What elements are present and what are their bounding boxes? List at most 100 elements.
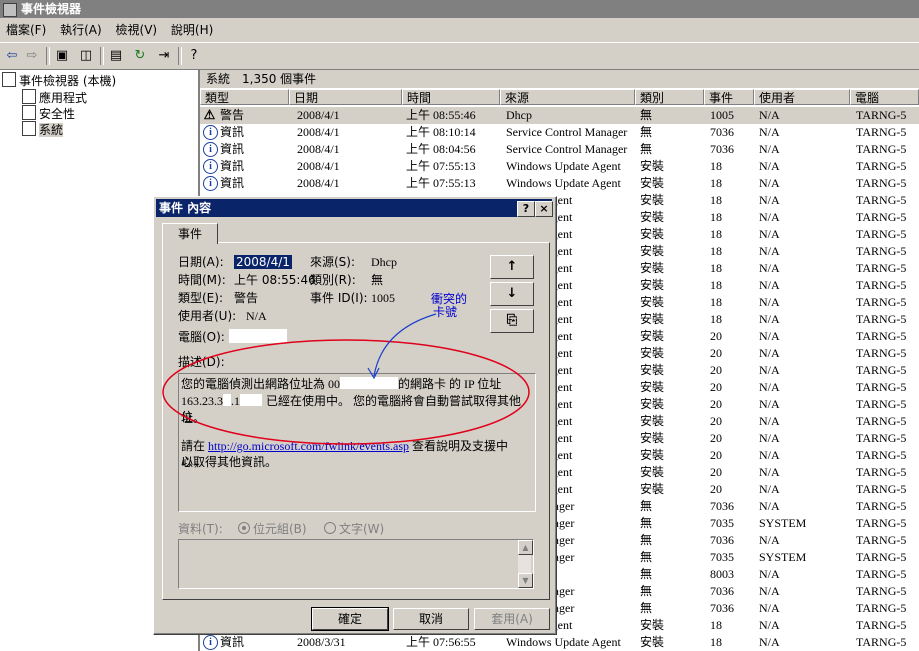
table-cell: 7036 — [710, 142, 734, 156]
refresh-icon[interactable]: ↻ — [130, 46, 150, 66]
next-event-button[interactable]: ↓ — [490, 282, 534, 306]
menu-action[interactable]: 執行(A) — [60, 23, 102, 37]
annotation-text: 衝突的 卡號 — [431, 292, 468, 319]
toolbar: ⇦ ⇨ ▣ ◫ ▤ ↻ ⇥ ? — [0, 42, 919, 70]
table-cell: TARNG-5 — [856, 142, 907, 156]
tree-item-security[interactable]: 安全性 — [22, 105, 75, 121]
table-cell: 20 — [710, 397, 722, 411]
table-row[interactable]: i 資訊 2008/4/1 上午 07:55:13 Windows Update Age… — [200, 175, 919, 192]
table-row[interactable]: i 資訊 2008/4/1 上午 08:04:56 Service Control Ma… — [200, 141, 919, 158]
copy-button[interactable]: ⎘ — [490, 309, 534, 333]
table-cell: TARNG-5 — [856, 193, 907, 207]
ok-button[interactable]: 確定 — [311, 607, 389, 631]
table-cell: 資訊 — [220, 635, 245, 649]
table-cell: 2008/4/1 — [297, 142, 340, 156]
table-cell: N/A — [759, 244, 780, 258]
type-value: 警告 — [234, 291, 259, 305]
table-cell: 安裝 — [640, 618, 665, 632]
up-folder-icon[interactable]: ▣ — [52, 46, 72, 66]
radio-words-icon — [324, 522, 336, 534]
table-cell: 安裝 — [640, 261, 665, 275]
apply-button[interactable]: 套用(A) — [474, 608, 550, 630]
properties-icon[interactable]: ▤ — [106, 46, 126, 66]
column-header[interactable]: 電腦 — [850, 89, 919, 105]
table-cell: TARNG-5 — [856, 618, 907, 632]
table-cell: N/A — [759, 482, 780, 496]
table-cell: TARNG-5 — [856, 125, 907, 139]
previous-event-button[interactable]: ↑ — [490, 255, 534, 279]
category-label: 類別(R): — [310, 273, 356, 287]
table-row[interactable]: i 資訊 2008/4/1 上午 07:55:13 Windows Update Age… — [200, 158, 919, 175]
column-header[interactable]: 類別 — [635, 89, 704, 105]
cancel-button[interactable]: 取消 — [393, 608, 469, 630]
table-cell: N/A — [759, 601, 780, 615]
menu-view[interactable]: 檢視(V) — [116, 23, 158, 37]
table-cell: N/A — [759, 618, 780, 632]
column-header[interactable]: 事件 — [704, 89, 754, 105]
table-cell: TARNG-5 — [856, 210, 907, 224]
table-cell: TARNG-5 — [856, 176, 907, 190]
help-icon[interactable]: ? — [184, 46, 204, 66]
table-cell: N/A — [759, 635, 780, 649]
table-cell: 8003 — [710, 567, 734, 581]
scroll-up-icon[interactable]: ▲ — [518, 540, 533, 555]
export-list-icon[interactable]: ⇥ — [154, 46, 174, 66]
table-cell: 18 — [710, 635, 722, 649]
table-cell: 上午 08:55:46 — [406, 108, 476, 122]
table-cell: N/A — [759, 448, 780, 462]
column-header[interactable]: 日期 — [289, 89, 402, 105]
tree-item-system[interactable]: 系統 — [22, 121, 64, 137]
tab-event[interactable]: 事件 — [162, 223, 218, 244]
dialog-close-button[interactable]: × — [535, 201, 553, 217]
menu-help[interactable]: 說明(H) — [171, 23, 213, 37]
back-arrow-icon[interactable]: ⇦ — [2, 46, 22, 66]
data-scrollbar[interactable]: ▲ ▼ — [518, 540, 533, 588]
column-header[interactable]: 類型 — [200, 89, 289, 105]
mac-redacted — [340, 377, 399, 389]
date-value[interactable]: 2008/4/1 — [234, 254, 292, 270]
table-cell: 無 — [640, 125, 653, 139]
table-row[interactable]: i 資訊 2008/4/1 上午 08:10:14 Service Control Ma… — [200, 124, 919, 141]
table-cell: 2008/3/31 — [297, 635, 346, 649]
info-icon: i — [203, 176, 218, 191]
data-box[interactable]: ▲ ▼ — [178, 539, 534, 589]
table-cell: TARNG-5 — [856, 431, 907, 445]
table-cell: Service Control Manager — [506, 142, 628, 156]
tree-root[interactable]: 事件檢視器 (本機) — [2, 72, 116, 88]
table-cell: 20 — [710, 431, 722, 445]
table-cell: N/A — [759, 227, 780, 241]
menu-file[interactable]: 檔案(F) — [6, 23, 46, 37]
table-cell: 無 — [640, 584, 653, 598]
table-cell: TARNG-5 — [856, 312, 907, 326]
event-viewer-icon — [2, 72, 16, 87]
table-cell: N/A — [759, 431, 780, 445]
table-cell: 20 — [710, 346, 722, 360]
table-cell: 上午 07:55:13 — [406, 159, 476, 173]
dialog-help-button[interactable]: ? — [517, 201, 535, 217]
description-label: 描述(D): — [178, 355, 225, 369]
table-cell: N/A — [759, 465, 780, 479]
table-cell: TARNG-5 — [856, 227, 907, 241]
description-box[interactable]: 您的電腦偵測出網路位址為 00 的網路卡 的 IP 位址 163.23.3.1 已經… — [178, 373, 536, 512]
table-cell: 7036 — [710, 533, 734, 547]
info-icon: i — [203, 142, 218, 157]
help-link[interactable]: http://go.microsoft.com/fwlink/events.as… — [208, 439, 409, 453]
column-header[interactable]: 使用者 — [754, 89, 850, 105]
table-row[interactable]: i 資訊 2008/3/31 上午 07:56:55 Windows Update Ag… — [200, 634, 919, 651]
table-cell: TARNG-5 — [856, 482, 907, 496]
table-cell: N/A — [759, 584, 780, 598]
column-header[interactable]: 時間 — [402, 89, 500, 105]
radio-bytes[interactable]: 位元組(B) — [238, 521, 307, 537]
radio-words[interactable]: 文字(W) — [324, 521, 384, 537]
show-tree-icon[interactable]: ◫ — [76, 46, 96, 66]
table-row[interactable]: ⚠ 警告 2008/4/1 上午 08:55:46 Dhcp 無 1005 N/A TARNG-… — [200, 107, 919, 124]
table-cell: N/A — [759, 397, 780, 411]
tree-item-application[interactable]: 應用程式 — [22, 89, 87, 105]
forward-arrow-icon[interactable]: ⇨ — [22, 46, 42, 66]
table-cell: 無 — [640, 567, 653, 581]
table-cell: 無 — [640, 499, 653, 513]
column-header[interactable]: 來源 — [500, 89, 635, 105]
table-cell: N/A — [759, 567, 780, 581]
data-label: 資料(T): — [178, 522, 223, 536]
scroll-down-icon[interactable]: ▼ — [518, 573, 533, 588]
